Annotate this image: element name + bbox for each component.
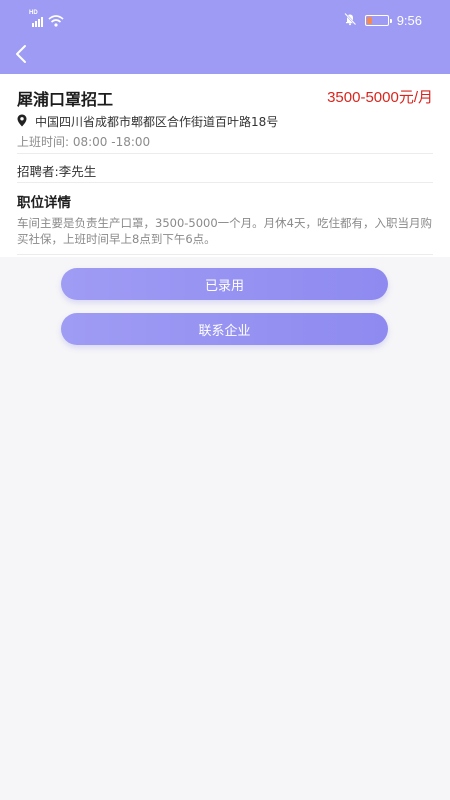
battery-icon [364,14,392,26]
mute-icon [343,11,357,30]
status-bar: HD 9:56 [0,0,450,40]
status-right: 9:56 [343,11,422,29]
job-description: 车间主要是负责生产口罩，3500-5000一个月。月休4天，吃住都有，入职当月购… [17,216,432,246]
section-title-job-details: 职位详情 [17,195,71,211]
location-pin-icon [17,112,27,131]
divider [17,254,433,255]
signal-icon [30,12,70,28]
work-hours: 上班时间: 08:00 -18:00 [17,135,151,149]
recruiter: 招聘者:李先生 [17,164,97,179]
hired-button[interactable]: 已录用 [61,268,388,300]
salary: 3500-5000元/月 [327,89,433,106]
job-address: 中国四川省成都市郫都区合作街道百叶路18号 [35,115,279,129]
chevron-left-icon [16,45,26,63]
app-header: HD 9:56 [0,0,450,74]
contact-company-button[interactable]: 联系企业 [61,313,388,345]
job-title: 犀浦口罩招工 [17,90,114,109]
clock: 9:56 [396,12,422,28]
battery-level [366,16,372,24]
back-button[interactable] [8,40,34,68]
divider [17,182,433,183]
address-row: 中国四川省成都市郫都区合作街道百叶路18号 [17,112,278,131]
divider [17,153,433,154]
